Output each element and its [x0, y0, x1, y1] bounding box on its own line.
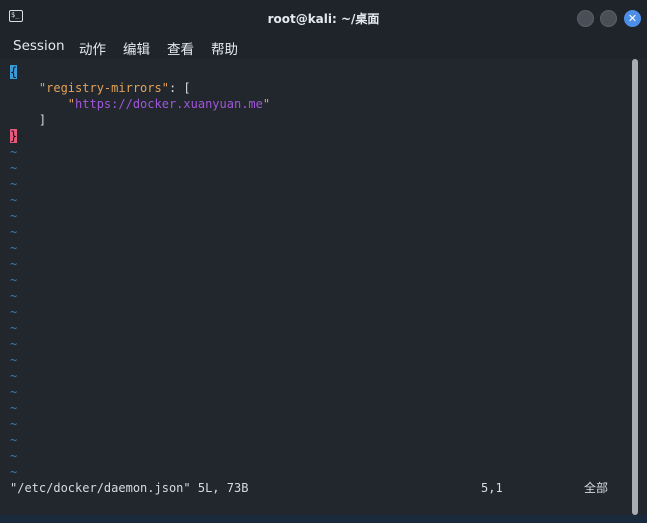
empty-line-marker: ~: [10, 161, 18, 175]
matched-brace: }: [10, 129, 18, 143]
empty-line-marker: ~: [10, 369, 18, 383]
empty-line-marker: ~: [10, 337, 18, 351]
empty-line-marker: ~: [10, 145, 18, 159]
editor-line-4: ]: [10, 113, 47, 127]
empty-line-marker: ~: [10, 193, 18, 207]
menu-actions[interactable]: 动作: [79, 38, 106, 58]
menu-edit[interactable]: 编辑: [123, 38, 150, 58]
menu-session[interactable]: Session: [13, 38, 65, 54]
title-bar: $_ root@kali: ~/桌面 ✕: [0, 0, 647, 35]
json-punct: : [: [168, 81, 191, 95]
empty-line-marker: ~: [10, 417, 18, 431]
status-cursor-position: 5,1: [481, 481, 503, 495]
window-title: root@kali: ~/桌面: [267, 12, 380, 26]
empty-line-marker: ~: [10, 385, 18, 399]
editor-line-2: "registry-mirrors": [: [10, 80, 191, 96]
close-button[interactable]: ✕: [624, 10, 641, 27]
desktop-background-strip: [0, 515, 647, 523]
empty-line-marker: ~: [10, 225, 18, 239]
empty-line-marker: ~: [10, 257, 18, 271]
json-string-url: https://docker.xuanyuan.me: [75, 97, 263, 111]
empty-line-marker: ~: [10, 465, 18, 479]
cursor: {: [10, 65, 18, 79]
json-key: "registry-mirrors": [38, 81, 169, 95]
empty-line-marker: ~: [10, 289, 18, 303]
status-scroll-position: 全部: [584, 481, 609, 495]
status-file-info: "/etc/docker/daemon.json" 5L, 73B: [10, 481, 249, 495]
scrollbar[interactable]: [632, 59, 638, 515]
empty-line-marker: ~: [10, 209, 18, 223]
empty-line-marker: ~: [10, 433, 18, 447]
json-quote: ": [67, 97, 76, 111]
json-quote: ": [262, 97, 271, 111]
empty-line-marker: ~: [10, 177, 18, 191]
empty-line-marker: ~: [10, 273, 18, 287]
empty-line-marker: ~: [10, 449, 18, 463]
editor-line-3: "https://docker.xuanyuan.me": [10, 96, 270, 112]
empty-line-marker: ~: [10, 353, 18, 367]
menu-bar: Session 动作 编辑 查看 帮助: [0, 35, 647, 59]
maximize-button[interactable]: [600, 10, 617, 27]
editor-line-5: }: [10, 128, 18, 144]
close-icon: ✕: [627, 12, 638, 25]
empty-line-marker: ~: [10, 401, 18, 415]
empty-line-marker: ~: [10, 321, 18, 335]
editor-line-1: {: [10, 64, 18, 80]
empty-line-marker: ~: [10, 305, 18, 319]
menu-help[interactable]: 帮助: [211, 38, 238, 58]
minimize-button[interactable]: [577, 10, 594, 27]
menu-view[interactable]: 查看: [167, 38, 194, 58]
vim-editor[interactable]: { "registry-mirrors": [ "https://docker.…: [0, 59, 628, 479]
empty-line-marker: ~: [10, 241, 18, 255]
